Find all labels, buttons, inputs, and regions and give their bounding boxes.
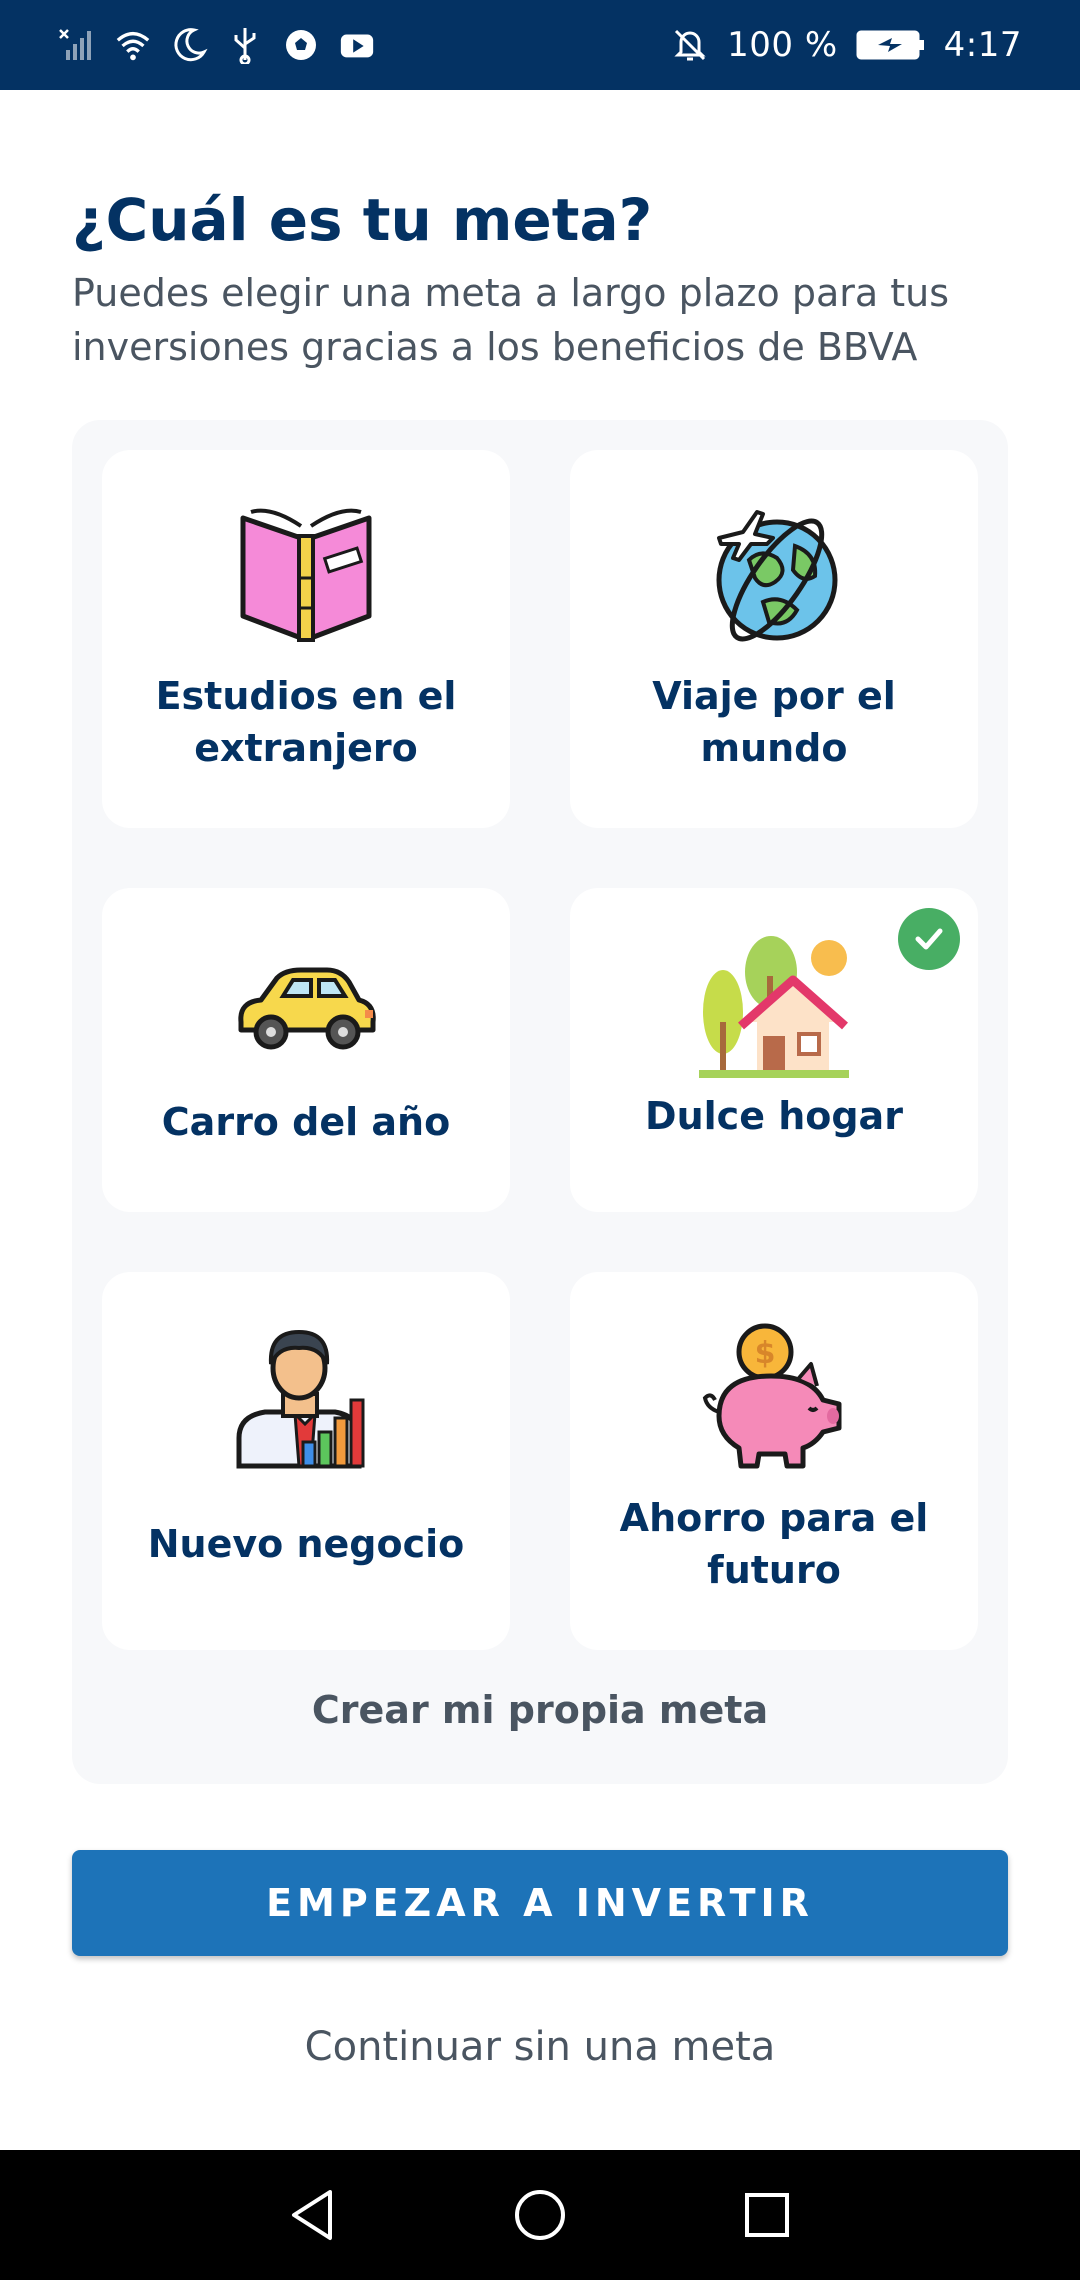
- do-not-disturb-moon-icon: [170, 26, 208, 64]
- goal-selection-screen: 100 % 4:17 ¿Cuál es tu meta? Puedes eleg…: [0, 0, 1080, 2280]
- soccer-app-icon: [282, 26, 320, 64]
- notifications-off-icon: [671, 26, 709, 64]
- businessman-chart-icon: [231, 1320, 381, 1470]
- page-subtitle: Puedes elegir una meta a largo plazo par…: [72, 271, 950, 369]
- status-left-icons: [58, 26, 376, 64]
- piggy-bank-icon: $: [699, 1320, 849, 1470]
- goal-label: Viaje por el mundo: [652, 674, 896, 770]
- start-investing-button[interactable]: EMPEZAR A INVERTIR: [72, 1850, 1008, 1956]
- status-right-icons: 100 % 4:17: [671, 25, 1022, 65]
- status-bar: 100 % 4:17: [0, 0, 1080, 90]
- house-icon: [699, 932, 849, 1082]
- car-icon: [231, 952, 381, 1062]
- goal-card-world-trip[interactable]: Viaje por el mundo: [570, 450, 978, 828]
- page-title: ¿Cuál es tu meta?: [72, 186, 653, 254]
- create-own-goal-link[interactable]: Crear mi propia meta: [72, 1688, 1008, 1732]
- goals-panel: Estudios en el extranjero Viaje por el m…: [72, 420, 1008, 1784]
- wifi-icon: [114, 26, 152, 64]
- usb-icon: [226, 26, 264, 64]
- battery-charging-icon: [856, 26, 926, 64]
- book-icon: [231, 498, 381, 648]
- goal-card-savings[interactable]: $ Ahorro para el futuro: [570, 1272, 978, 1650]
- battery-percent: 100 %: [727, 25, 838, 65]
- goal-card-new-business[interactable]: Nuevo negocio: [102, 1272, 510, 1650]
- home-icon[interactable]: [505, 2180, 575, 2250]
- back-icon[interactable]: [278, 2180, 348, 2250]
- goal-label: Ahorro para el futuro: [619, 1496, 929, 1592]
- goal-card-home[interactable]: Dulce hogar: [570, 888, 978, 1212]
- goal-card-car[interactable]: Carro del año: [102, 888, 510, 1212]
- goal-card-studies-abroad[interactable]: Estudios en el extranjero: [102, 450, 510, 828]
- selected-check-icon: [898, 908, 960, 970]
- svg-text:$: $: [755, 1336, 776, 1371]
- goal-label: Dulce hogar: [645, 1094, 903, 1138]
- goal-label: Nuevo negocio: [147, 1522, 465, 1566]
- globe-plane-icon: [699, 498, 849, 648]
- status-time: 4:17: [943, 25, 1022, 65]
- youtube-icon: [338, 26, 376, 64]
- navigation-bar: [0, 2150, 1080, 2280]
- continue-without-goal-link[interactable]: Continuar sin una meta: [0, 2024, 1080, 2070]
- no-signal-icon: [58, 26, 96, 64]
- recents-icon[interactable]: [732, 2180, 802, 2250]
- goal-label: Carro del año: [161, 1100, 451, 1144]
- goal-label: Estudios en el extranjero: [155, 674, 457, 770]
